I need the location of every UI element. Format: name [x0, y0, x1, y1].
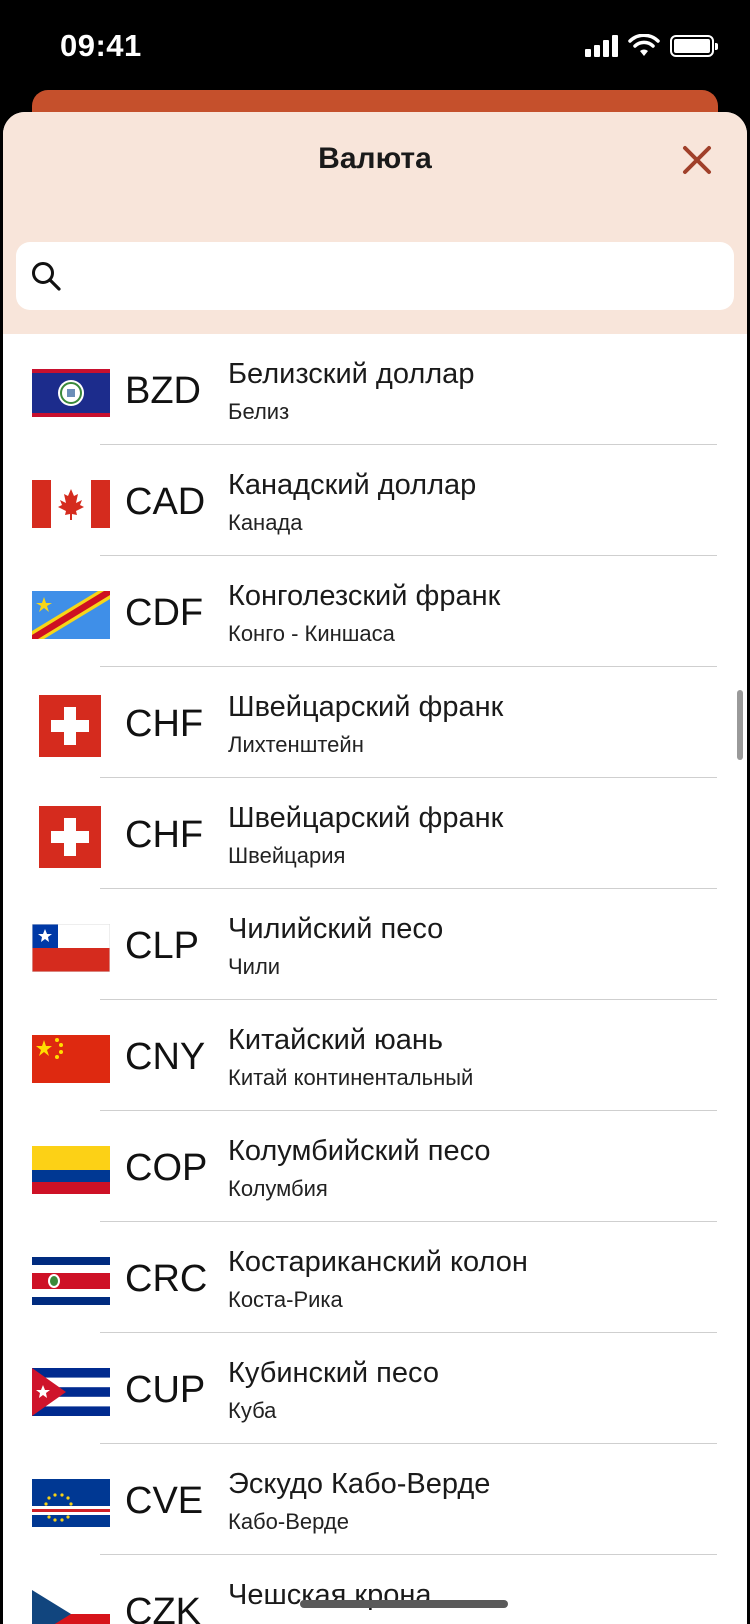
- currency-row-cdf[interactable]: CDF Конголезский франк Конго - Киншаса: [3, 556, 747, 667]
- battery-icon: [670, 35, 718, 57]
- currency-code: CZK: [125, 1591, 201, 1624]
- cape-verde-flag-icon: [32, 1479, 110, 1527]
- scrollbar[interactable]: [737, 690, 743, 760]
- currency-code: CAD: [125, 481, 206, 523]
- currency-row-czk[interactable]: CZK Чешская крона: [3, 1555, 747, 1624]
- currency-name: Костариканский колон: [228, 1246, 528, 1278]
- currency-code: CUP: [125, 1369, 206, 1411]
- sheet-header: Валюта: [3, 112, 747, 334]
- currency-row-bzd[interactable]: BZD Белизский доллар Белиз: [3, 334, 747, 445]
- currency-country: Швейцария: [228, 843, 346, 868]
- currency-code: COP: [125, 1147, 208, 1189]
- currency-name: Колумбийский песо: [228, 1135, 491, 1167]
- currency-country: Колумбия: [228, 1176, 328, 1201]
- currency-code: CDF: [125, 592, 204, 634]
- currency-country: Чили: [228, 954, 281, 979]
- currency-row-cny[interactable]: CNY Китайский юань Китай континентальный: [3, 1000, 747, 1111]
- currency-country: Белиз: [228, 399, 290, 424]
- china-flag-icon: [32, 1035, 110, 1083]
- currency-code: BZD: [125, 370, 201, 412]
- currency-picker-sheet: Валюта BZD Белизский доллар Белиз CAD Ка…: [3, 112, 747, 1624]
- currency-name: Швейцарский франк: [228, 802, 504, 834]
- wifi-icon: [628, 34, 660, 56]
- currency-row-clp[interactable]: CLP Чилийский песо Чили: [3, 889, 747, 1000]
- swiss-flag-icon: [39, 695, 101, 757]
- currency-name: Белизский доллар: [228, 358, 475, 390]
- status-bar: 09:41: [0, 0, 750, 92]
- status-icons: [585, 34, 718, 58]
- currency-name: Швейцарский франк: [228, 691, 504, 723]
- currency-row-chf-ch[interactable]: CHF Швейцарский франк Швейцария: [3, 778, 747, 889]
- currency-code: CLP: [125, 925, 199, 967]
- currency-code: CRC: [125, 1258, 208, 1300]
- status-time: 09:41: [60, 28, 142, 63]
- currency-country: Конго - Киншаса: [228, 621, 395, 646]
- czech-flag-icon: [32, 1590, 110, 1624]
- search-input[interactable]: [78, 256, 718, 296]
- currency-name: Кубинский песо: [228, 1357, 439, 1389]
- currency-country: Канада: [228, 510, 303, 535]
- canada-flag-icon: [32, 480, 110, 528]
- currency-name: Китайский юань: [228, 1024, 444, 1056]
- sheet-title: Валюта: [318, 142, 432, 175]
- currency-name: Канадский доллар: [228, 469, 477, 501]
- currency-country: Лихтенштейн: [228, 732, 364, 757]
- currency-row-cve[interactable]: CVE Эскудо Кабо-Верде Кабо-Верде: [3, 1444, 747, 1555]
- colombia-flag-icon: [32, 1146, 110, 1194]
- home-indicator[interactable]: [300, 1600, 508, 1608]
- currency-code: CNY: [125, 1036, 206, 1078]
- currency-row-cop[interactable]: COP Колумбийский песо Колумбия: [3, 1111, 747, 1222]
- currency-row-cad[interactable]: CAD Канадский доллар Канада: [3, 445, 747, 556]
- currency-code: CVE: [125, 1480, 204, 1522]
- close-icon: [683, 146, 711, 174]
- dr-congo-flag-icon: [32, 591, 110, 639]
- currency-country: Коста-Рика: [228, 1287, 343, 1312]
- currency-country: Кабо-Верде: [228, 1509, 349, 1534]
- currency-row-chf-li[interactable]: CHF Швейцарский франк Лихтенштейн: [3, 667, 747, 778]
- currency-country: Китай континентальный: [228, 1065, 474, 1090]
- currency-list: BZD Белизский доллар Белиз CAD Канадский…: [3, 334, 747, 1624]
- currency-code: CHF: [125, 703, 204, 745]
- currency-country: Куба: [228, 1398, 277, 1423]
- currency-name: Чилийский песо: [228, 913, 444, 945]
- search-box[interactable]: [16, 242, 734, 310]
- currency-row-cup[interactable]: CUP Кубинский песо Куба: [3, 1333, 747, 1444]
- close-button[interactable]: [677, 140, 717, 180]
- search-icon: [32, 262, 61, 291]
- currency-row-crc[interactable]: CRC Костариканский колон Коста-Рика: [3, 1222, 747, 1333]
- chile-flag-icon: [32, 924, 110, 972]
- belize-flag-icon: [32, 369, 110, 417]
- currency-name: Эскудо Кабо-Верде: [228, 1468, 491, 1500]
- swiss-flag-icon: [39, 806, 101, 868]
- currency-code: CHF: [125, 814, 204, 856]
- costa-rica-flag-icon: [32, 1257, 110, 1305]
- cuba-flag-icon: [32, 1368, 110, 1416]
- currency-name: Конголезский франк: [228, 580, 501, 612]
- cellular-signal-icon: [585, 35, 618, 57]
